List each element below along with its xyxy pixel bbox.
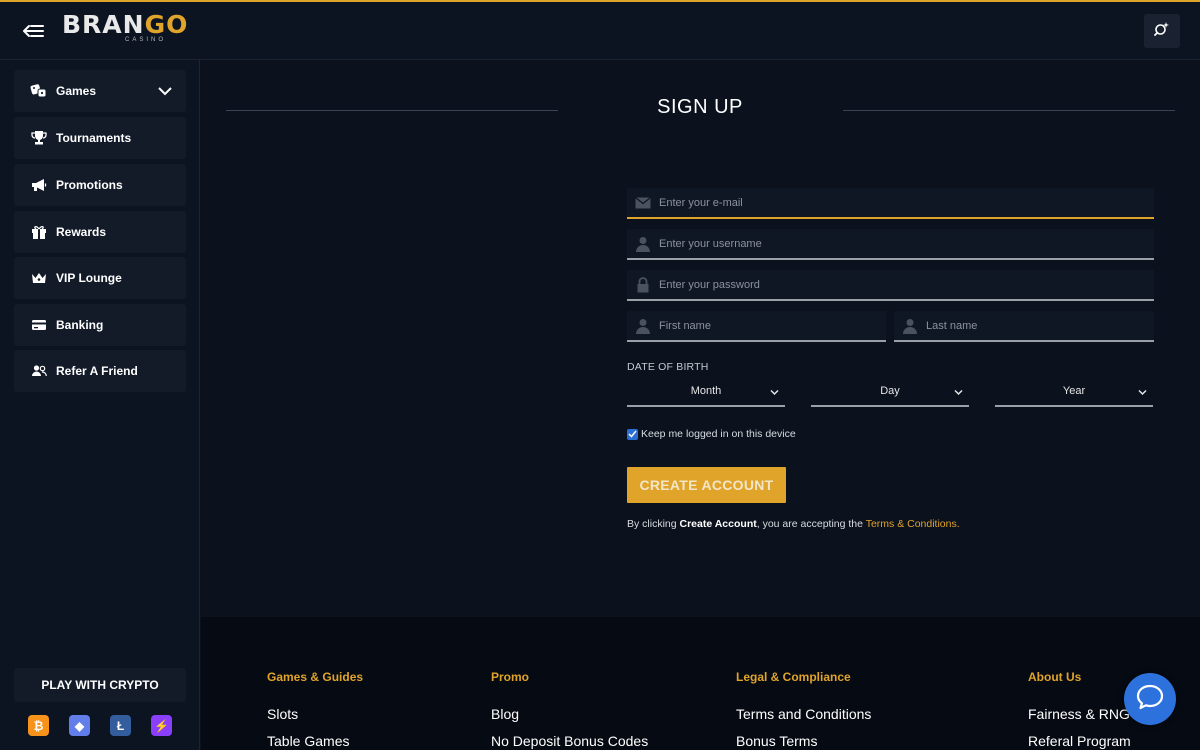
- sidebar-item-label: Rewards: [56, 225, 107, 239]
- first-name-input[interactable]: [659, 319, 886, 332]
- footer-link[interactable]: Table Games: [267, 733, 363, 749]
- lock-icon: [627, 276, 659, 293]
- menu-collapse-icon[interactable]: [22, 20, 46, 42]
- footer-heading: Legal & Compliance: [736, 670, 851, 684]
- terms-prefix: By clicking: [627, 518, 680, 530]
- megaphone-icon: [30, 176, 48, 194]
- sidebar: Games Tournaments Promotions Rewards VIP…: [0, 60, 200, 750]
- footer-link[interactable]: Terms and Conditions: [736, 706, 871, 722]
- signup-section: SIGN UP DATE OF BIRTH Month: [201, 61, 1200, 617]
- sidebar-item-refer-a-friend[interactable]: Refer A Friend: [14, 350, 186, 392]
- sidebar-item-promotions[interactable]: Promotions: [14, 164, 186, 206]
- bitcoin-icon[interactable]: ₿: [28, 715, 49, 736]
- lightning-icon[interactable]: ⚡: [151, 715, 172, 736]
- day-select-value: Day: [880, 385, 900, 397]
- footer-heading: About Us: [1028, 670, 1082, 684]
- sidebar-item-tournaments[interactable]: Tournaments: [14, 117, 186, 159]
- chevron-down-icon: [954, 387, 963, 399]
- footer-column-about: About Us Fairness & RNG Referal Program: [1028, 670, 1131, 750]
- create-account-button[interactable]: CREATE ACCOUNT: [627, 467, 786, 503]
- keep-logged-in-label: Keep me logged in on this device: [641, 428, 796, 440]
- footer-column-legal: Legal & Compliance Terms and Conditions …: [736, 670, 871, 750]
- email-input[interactable]: [659, 196, 1154, 209]
- sidebar-item-label: Promotions: [56, 178, 123, 192]
- last-name-field[interactable]: [894, 311, 1154, 342]
- password-field[interactable]: [627, 270, 1154, 301]
- page-title: SIGN UP: [657, 96, 743, 118]
- footer-link[interactable]: Slots: [267, 706, 363, 722]
- footer-heading: Promo: [491, 670, 530, 684]
- trophy-icon: [30, 129, 48, 147]
- month-select[interactable]: Month: [627, 377, 785, 407]
- footer-column-games: Games & Guides Slots Table Games: [267, 670, 363, 750]
- year-select[interactable]: Year: [995, 377, 1153, 407]
- footer: Games & Guides Slots Table Games Promo B…: [201, 617, 1200, 750]
- live-chat-button[interactable]: [1124, 673, 1176, 725]
- footer-column-promo: Promo Blog No Deposit Bonus Codes: [491, 670, 648, 750]
- user-icon: [627, 318, 659, 334]
- user-icon: [894, 318, 926, 334]
- sidebar-item-label: VIP Lounge: [56, 271, 122, 285]
- sidebar-item-rewards[interactable]: Rewards: [14, 211, 186, 253]
- last-name-input[interactable]: [926, 319, 1154, 332]
- sidebar-item-label: Banking: [56, 318, 104, 332]
- username-field[interactable]: [627, 229, 1154, 260]
- users-icon: [30, 362, 48, 380]
- chevron-down-icon: [1138, 387, 1147, 399]
- user-icon: [627, 236, 659, 252]
- sidebar-item-label: Refer A Friend: [56, 364, 138, 378]
- play-with-crypto-banner[interactable]: PLAY WITH CRYPTO: [14, 668, 186, 702]
- day-select[interactable]: Day: [811, 377, 969, 407]
- title-divider-right: [843, 110, 1175, 111]
- footer-link[interactable]: Fairness & RNG: [1028, 706, 1131, 722]
- logo-text-part2: GO: [144, 10, 189, 39]
- date-of-birth-label: DATE OF BIRTH: [627, 361, 709, 373]
- keep-logged-in-row: Keep me logged in on this device: [627, 428, 796, 440]
- crypto-coin-list: ₿ ◆ Ł ⚡: [28, 715, 172, 736]
- year-select-value: Year: [1062, 385, 1086, 397]
- username-input[interactable]: [659, 237, 1154, 250]
- brango-logo[interactable]: BRANGO CASINO: [62, 10, 187, 48]
- email-field[interactable]: [627, 188, 1154, 219]
- logo-text-part1: BRAN: [62, 10, 145, 39]
- gift-icon: [30, 223, 48, 241]
- dice-icon: [30, 82, 48, 100]
- crown-icon: [30, 269, 48, 287]
- footer-link[interactable]: Bonus Terms: [736, 733, 871, 749]
- footer-heading: Games & Guides: [267, 670, 364, 684]
- card-icon: [30, 316, 48, 334]
- sidebar-item-label: Tournaments: [56, 131, 132, 145]
- envelope-icon: [627, 196, 659, 209]
- chat-bubble-icon: [1136, 684, 1164, 715]
- search-button[interactable]: [1144, 14, 1180, 48]
- sidebar-item-games[interactable]: Games: [14, 70, 186, 112]
- footer-link[interactable]: Referal Program: [1028, 733, 1131, 749]
- first-name-field[interactable]: [627, 311, 886, 342]
- keep-logged-in-checkbox[interactable]: [627, 428, 638, 440]
- terms-link[interactable]: Terms & Conditions.: [866, 518, 960, 530]
- terms-middle: , you are accepting the: [756, 518, 866, 530]
- top-header: BRANGO CASINO: [0, 2, 1200, 60]
- footer-link[interactable]: Blog: [491, 706, 648, 722]
- sidebar-item-vip-lounge[interactable]: VIP Lounge: [14, 257, 186, 299]
- footer-link[interactable]: No Deposit Bonus Codes: [491, 733, 648, 749]
- month-select-value: Month: [690, 385, 722, 397]
- title-divider-left: [226, 110, 558, 111]
- ethereum-icon[interactable]: ◆: [69, 715, 90, 736]
- sidebar-item-banking[interactable]: Banking: [14, 304, 186, 346]
- terms-bold: Create Account: [679, 518, 757, 530]
- litecoin-icon[interactable]: Ł: [110, 715, 131, 736]
- chevron-down-icon[interactable]: [158, 83, 172, 101]
- search-icon: [1154, 21, 1170, 42]
- password-input[interactable]: [659, 278, 1154, 291]
- sidebar-item-label: Games: [56, 84, 97, 98]
- terms-notice: By clicking Create Account, you are acce…: [627, 518, 960, 530]
- chevron-down-icon: [770, 387, 779, 399]
